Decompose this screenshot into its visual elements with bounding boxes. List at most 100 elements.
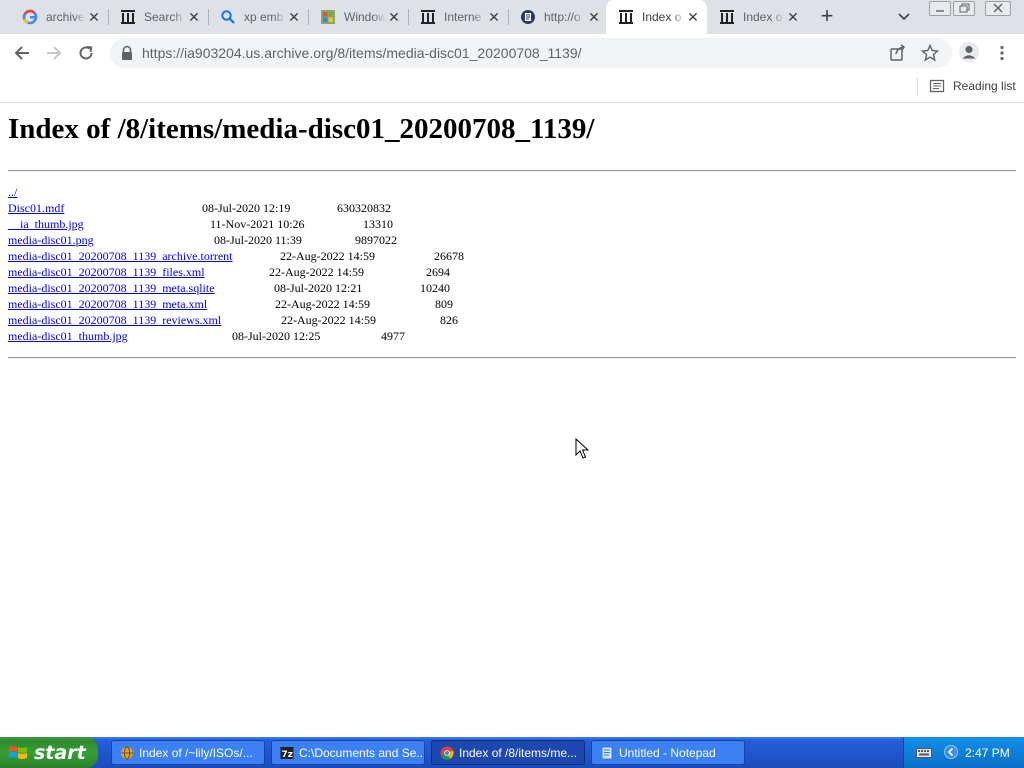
taskbar-item[interactable]: Untitled - Notepad (591, 740, 745, 765)
page-content: Index of /8/items/media-disc01_20200708_… (0, 103, 1024, 737)
tab-xp-emb[interactable]: xp emb ✕ (208, 0, 308, 34)
notepad-icon (600, 746, 614, 760)
chevron-down-icon[interactable] (894, 6, 914, 26)
tab-close-icon[interactable]: ✕ (186, 9, 202, 26)
restore-icon[interactable] (953, 1, 975, 16)
bookmarks-separator (917, 78, 918, 96)
horizontal-rule (8, 170, 1016, 172)
file-link[interactable]: media-disc01.png (8, 233, 94, 247)
url-text[interactable]: https://ia903204.us.archive.org/8/items/… (142, 45, 582, 61)
share-icon[interactable] (887, 42, 909, 64)
file-row: Disc01.mdf 08-Jul-2020 12:19 630320832 (8, 201, 391, 217)
windows-icon (320, 9, 336, 25)
tab-internet[interactable]: Interne ✕ (408, 0, 508, 34)
archive-icon (618, 9, 634, 25)
taskbar-item-label: C:\Documents and Se... (299, 745, 425, 760)
profile-avatar-icon[interactable] (958, 41, 980, 63)
file-date: 22-Aug-2022 14:59 (280, 249, 375, 263)
file-link[interactable]: __ia_thumb.jpg (8, 217, 84, 231)
tab-close-icon[interactable]: ✕ (785, 9, 801, 26)
google-icon (22, 9, 38, 25)
file-row: media-disc01_20200708_1139_reviews.xml 2… (8, 313, 458, 329)
tab-http[interactable]: http://o ✕ (508, 0, 608, 34)
parent-directory-link[interactable]: ../ (8, 185, 17, 199)
new-tab-plus-icon[interactable]: + (815, 5, 839, 29)
keyboard-icon[interactable] (916, 746, 932, 764)
file-link[interactable]: media-disc01_20200708_1139_meta.sqlite (8, 281, 215, 295)
file-size: 2694 (426, 265, 450, 279)
file-link[interactable]: media-disc01_20200708_1139_archive.torre… (8, 249, 233, 263)
start-button[interactable]: start (0, 737, 98, 768)
file-link[interactable]: media-disc01_20200708_1139_files.xml (8, 265, 205, 279)
reading-list-icon (929, 78, 945, 94)
file-size: 826 (440, 313, 458, 327)
bookmarks-bar: Reading list (0, 72, 1024, 103)
forward-arrow-icon[interactable] (43, 42, 65, 64)
tab-index[interactable]: Index o ✕ (707, 0, 807, 34)
taskbar-item-label: Untitled - Notepad (619, 745, 716, 760)
kebab-menu-icon[interactable] (991, 42, 1013, 64)
search-icon (220, 9, 236, 25)
tab-archive-google[interactable]: archive ✕ (10, 0, 108, 34)
reload-icon[interactable] (75, 42, 97, 64)
file-date: 08-Jul-2020 12:21 (274, 281, 363, 295)
tab-window[interactable]: Window ✕ (308, 0, 408, 34)
tab-index-active[interactable]: Index o ✕ (606, 0, 707, 34)
tab-close-icon[interactable]: ✕ (486, 9, 502, 26)
reading-list-button[interactable]: Reading list (929, 78, 1016, 94)
file-link[interactable]: media-disc01_20200708_1139_reviews.xml (8, 313, 221, 327)
tab-title: Interne (444, 10, 482, 24)
parent-directory-row: ../ (8, 185, 17, 201)
file-size: 9897022 (355, 233, 397, 247)
file-link[interactable]: media-disc01_thumb.jpg (8, 329, 128, 343)
chrome-icon (440, 746, 454, 760)
file-size: 630320832 (337, 201, 391, 215)
archive-icon (420, 9, 436, 25)
file-link[interactable]: Disc01.mdf (8, 201, 64, 215)
taskbar-item-label: Index of /~lily/ISOs/... (139, 745, 253, 760)
globe-icon (120, 746, 134, 760)
reading-list-label: Reading list (953, 79, 1016, 93)
file-size: 809 (435, 297, 453, 311)
file-size: 26678 (434, 249, 464, 263)
tab-close-icon[interactable]: ✕ (586, 9, 602, 26)
tab-title: Window (344, 10, 386, 24)
file-row: __ia_thumb.jpg 11-Nov-2021 10:26 13310 (8, 217, 393, 233)
url-path: /8/items/media-disc01_20200708_1139/ (333, 45, 582, 61)
tab-search[interactable]: Search ✕ (108, 0, 208, 34)
archive-icon (120, 9, 136, 25)
back-arrow-icon[interactable] (11, 42, 33, 64)
tab-close-icon[interactable]: ✕ (685, 9, 701, 26)
svg-text:7z: 7z (282, 750, 294, 760)
windows-flag-icon (8, 743, 28, 763)
file-row: media-disc01_20200708_1139_meta.sqlite 0… (8, 281, 450, 297)
tab-close-icon[interactable]: ✕ (386, 9, 402, 26)
tab-title: xp emb (244, 10, 284, 24)
taskbar-item[interactable]: 7z C:\Documents and Se... (271, 740, 425, 765)
page-title: Index of /8/items/media-disc01_20200708_… (8, 113, 595, 145)
file-link[interactable]: media-disc01_20200708_1139_meta.xml (8, 297, 207, 311)
tab-title: http://o (544, 10, 581, 24)
url-host: https://ia903204.us.archive.org (142, 45, 334, 61)
tab-title: Index o (743, 10, 783, 24)
file-date: 22-Aug-2022 14:59 (281, 313, 376, 327)
7zip-icon: 7z (280, 746, 294, 760)
taskbar-item-label: Index of /8/items/me... (459, 745, 578, 760)
file-size: 10240 (420, 281, 450, 295)
file-row: media-disc01_20200708_1139_files.xml 22-… (8, 265, 450, 281)
file-row: media-disc01.png 08-Jul-2020 11:39 98970… (8, 233, 397, 249)
file-date: 11-Nov-2021 10:26 (210, 217, 305, 231)
bookmark-star-icon[interactable] (919, 42, 941, 64)
lock-icon[interactable] (120, 45, 134, 61)
minimize-icon[interactable] (929, 1, 951, 16)
tray-expand-chevron-icon[interactable] (944, 744, 958, 765)
tab-close-icon[interactable]: ✕ (86, 9, 102, 26)
taskbar-item-active[interactable]: Index of /8/items/me... (431, 740, 585, 765)
close-window-icon[interactable] (985, 1, 1011, 16)
file-date: 22-Aug-2022 14:59 (269, 265, 364, 279)
tab-title: Search (144, 10, 183, 24)
tab-close-icon[interactable]: ✕ (286, 9, 302, 26)
file-row: media-disc01_20200708_1139_meta.xml 22-A… (8, 297, 453, 313)
mouse-pointer-icon (575, 437, 590, 460)
taskbar-item[interactable]: Index of /~lily/ISOs/... (111, 740, 265, 765)
